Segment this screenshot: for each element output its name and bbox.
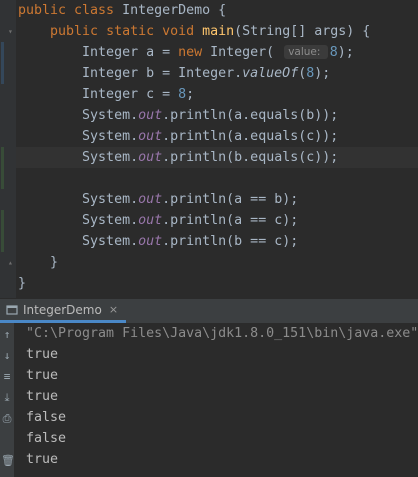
console-command-line: "C:\Program Files\Java\jdk1.8.0_151\bin\… <box>26 326 418 341</box>
code-line[interactable]: System.out.println(b.equals(c)); <box>18 147 338 168</box>
code-line[interactable]: System.out.println(a.equals(c)); <box>18 126 338 147</box>
code-token: System. <box>18 213 139 228</box>
close-icon[interactable]: × <box>109 303 118 316</box>
code-token: .println(b == c); <box>162 234 299 249</box>
code-token: out <box>138 150 163 165</box>
code-line[interactable]: Integer a = new Integer( value: 8); <box>18 42 354 63</box>
code-token: valueOf <box>242 66 299 81</box>
parameter-hint: value: <box>284 45 328 59</box>
code-token: new <box>178 45 211 60</box>
code-token: out <box>138 234 163 249</box>
code-token: .println(a == c); <box>162 213 299 228</box>
code-token: System. <box>18 192 139 207</box>
code-line[interactable]: System.out.println(b == c); <box>18 231 298 252</box>
console-output-line: true <box>26 452 59 467</box>
code-line[interactable]: Integer b = Integer.valueOf(8); <box>18 63 330 84</box>
console-toolbar: ↑ ↓ ≡ ⤓ ⎙ 🗑 <box>0 323 15 477</box>
code-line[interactable]: public class IntegerDemo { <box>18 0 226 21</box>
code-line[interactable]: System.out.println(a == c); <box>18 210 298 231</box>
code-token: public class <box>18 3 123 18</box>
console-output-line: true <box>26 368 59 383</box>
run-config-icon <box>6 304 18 316</box>
editor-gutter[interactable]: ▾ ▴ <box>0 0 16 298</box>
code-token: 8 <box>329 45 338 60</box>
code-token: Integer( <box>210 45 283 60</box>
fold-icon[interactable]: ▾ <box>8 27 16 36</box>
arrow-up-icon[interactable]: ↑ <box>1 329 13 341</box>
code-token: ; <box>186 87 195 102</box>
code-token: ); <box>337 45 354 60</box>
code-line[interactable]: System.out.println(a.equals(b)); <box>18 105 338 126</box>
code-token: out <box>138 213 163 228</box>
code-token: 8 <box>178 87 187 102</box>
code-token: ); <box>314 66 331 81</box>
fold-icon[interactable]: ▴ <box>8 258 16 267</box>
vcs-change-marker[interactable] <box>1 147 4 189</box>
code-token: Integer c = <box>18 87 179 102</box>
vcs-change-marker[interactable] <box>1 42 4 84</box>
code-editor[interactable]: ▾ ▴ public class IntegerDemo { public st… <box>0 0 418 298</box>
vcs-change-marker[interactable] <box>1 210 4 252</box>
soft-wrap-icon[interactable]: ≡ <box>1 371 13 383</box>
code-line[interactable]: } <box>18 252 58 273</box>
code-token: IntegerDemo { <box>122 3 227 18</box>
code-token: } <box>18 255 59 270</box>
code-token: System. <box>18 234 139 249</box>
tab-integerdemo[interactable]: IntegerDemo × <box>0 299 127 323</box>
scroll-to-end-icon[interactable]: ⤓ <box>1 392 13 404</box>
print-icon[interactable]: ⎙ <box>1 413 13 425</box>
tab-label: IntegerDemo <box>23 302 102 317</box>
code-token: out <box>138 129 163 144</box>
arrow-down-icon[interactable]: ↓ <box>1 350 13 362</box>
console-output-line: false <box>26 431 67 446</box>
code-token: System. <box>18 129 139 144</box>
code-token: out <box>138 192 163 207</box>
console-output-line: true <box>26 389 59 404</box>
code-token: .println(a == b); <box>162 192 299 207</box>
code-token: .println(b.equals(c)); <box>162 150 339 165</box>
console-output[interactable]: ↑ ↓ ≡ ⤓ ⎙ 🗑 "C:\Program Files\Java\jdk1.… <box>0 323 418 477</box>
code-line[interactable]: Integer c = 8; <box>18 84 194 105</box>
console-output-line: false <box>26 410 67 425</box>
run-tool-window-header: IntegerDemo × <box>0 298 418 324</box>
code-token: public static void <box>50 24 203 39</box>
code-token: main <box>202 24 235 39</box>
console-output-line: true <box>26 347 59 362</box>
code-token: System. <box>18 108 139 123</box>
delete-icon[interactable]: 🗑 <box>1 455 15 467</box>
code-token: .println(a.equals(b)); <box>162 108 339 123</box>
code-token: Integer a = <box>18 45 179 60</box>
code-line[interactable]: public static void main(String[] args) { <box>18 21 370 42</box>
code-token: Integer b = Integer. <box>18 66 243 81</box>
code-token: } <box>18 276 27 291</box>
code-line[interactable]: System.out.println(a == b); <box>18 189 298 210</box>
code-token: (String[] args) { <box>234 24 371 39</box>
code-line[interactable]: } <box>18 273 26 294</box>
code-token: System. <box>18 150 139 165</box>
code-token: .println(a.equals(c)); <box>162 129 339 144</box>
code-token: out <box>138 108 163 123</box>
